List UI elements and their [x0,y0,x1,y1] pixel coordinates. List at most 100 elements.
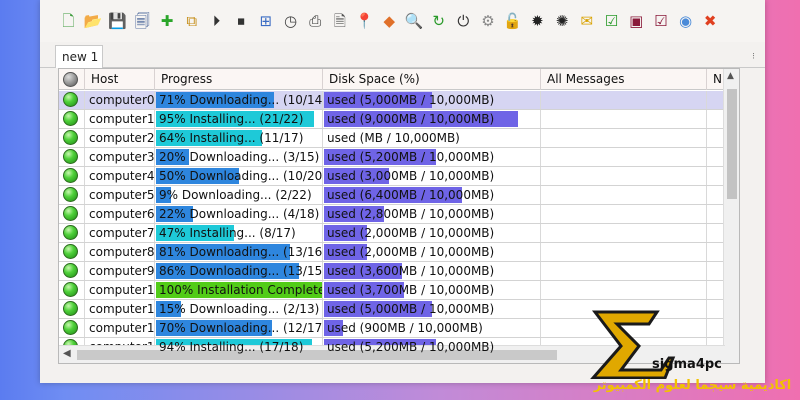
grid-header: Host Progress Disk Space (%) All Message… [59,69,739,90]
group-icon[interactable]: ⧉ [179,10,204,32]
table-row[interactable]: computer1 95% Installing... (21/22) used (… [59,110,739,129]
host-cell: computer9 [85,262,155,280]
progress-text: 9% Downloading... (2/22) [159,188,312,202]
search-icon[interactable]: 🔍 [402,10,427,32]
globe-icon[interactable]: ◉ [673,10,698,32]
progress-cell: 71% Downloading... (10/14) [155,91,323,109]
messages-cell [541,129,707,147]
progress-text: 100% Installation Complete [159,283,323,297]
progress-text: 70% Downloading... (12/17) [159,321,323,335]
progress-cell: 15% Downloading... (2/13) [155,300,323,318]
tab-new-1[interactable]: new 1 [55,45,103,68]
document-icon[interactable]: 🗎 [328,10,353,32]
online-status-icon [63,206,78,221]
progress-cell: 22% Downloading... (4/18) [155,205,323,223]
spinner-icon[interactable]: ✺ [550,10,575,32]
stop-icon[interactable]: ⏹ [229,10,254,32]
messages-cell [541,91,707,109]
table-row[interactable]: computer4 50% Downloading... (10/20) used … [59,167,739,186]
clock-icon[interactable]: ◷ [278,10,303,32]
disk-space-cell: used (3,000MB / 10,000MB) [323,167,541,185]
disk-space-cell: used (9,000MB / 10,000MB) [323,110,541,128]
online-status-icon [63,187,78,202]
messages-cell [541,224,707,242]
save-all-icon[interactable]: 🗐 [130,10,155,32]
table-row[interactable]: computer7 47% Installing... (8/17) used (2… [59,224,739,243]
status-cell [59,319,85,337]
package-icon[interactable]: ▣ [624,10,649,32]
power-icon[interactable]: ⏻ [451,10,476,32]
disk-space-cell: used (2,000MB / 10,000MB) [323,243,541,261]
host-cell: computer4 [85,167,155,185]
progress-text: 86% Downloading... (13/15) [159,264,323,278]
location-pin-icon[interactable]: 📍 [352,10,377,32]
disk-usage-text: used (9,000MB / 10,000MB) [327,112,495,126]
table-row[interactable]: computer10 100% Installation Complete used… [59,281,739,300]
header-all-messages[interactable]: All Messages [541,69,707,90]
disk-usage-text: used (3,000MB / 10,000MB) [327,169,495,183]
messages-cell [541,243,707,261]
online-status-icon [63,301,78,316]
new-icon[interactable]: 🗋 [56,10,81,32]
header-disk-space[interactable]: Disk Space (%) [323,69,541,90]
progress-text: 47% Installing... (8/17) [159,226,296,240]
disk-space-cell: used (5,200MB / 10,000MB) [323,148,541,166]
diamond-icon[interactable]: ◆ [377,10,402,32]
progress-text: 64% Installing... (11/17) [159,131,304,145]
settings-icon[interactable]: ⚙ [476,10,501,32]
disk-usage-text: used (3,700MB / 10,000MB) [327,283,495,297]
add-icon[interactable]: ✚ [155,10,180,32]
host-cell: computer12 [85,319,155,337]
play-icon[interactable]: ⏵ [204,10,229,32]
host-cell: computer2 [85,129,155,147]
table-row[interactable]: computer3 20% Downloading... (3/15) used (… [59,148,739,167]
disk-space-cell: used (2,800MB / 10,000MB) [323,205,541,223]
vertical-scroll-thumb[interactable] [727,89,737,199]
check-icon[interactable]: ☑ [599,10,624,32]
disk-usage-text: used (5,000MB / 10,000MB) [327,302,495,316]
unlock-icon[interactable]: 🔓 [500,10,525,32]
lifebuoy-icon[interactable]: ✹ [525,10,550,32]
header-progress[interactable]: Progress [155,69,323,90]
table-row[interactable]: computer5 9% Downloading... (2/22) used (6… [59,186,739,205]
disk-usage-text: used (900MB / 10,000MB) [327,321,483,335]
host-cell: computer10 [85,281,155,299]
printer-icon[interactable]: ⎙ [303,10,328,32]
table-row[interactable]: computer9 86% Downloading... (13/15) used … [59,262,739,281]
refresh-icon[interactable]: ↻ [426,10,451,32]
online-status-icon [63,244,78,259]
status-cell [59,110,85,128]
toolbar: 🗋 📂 💾 🗐 ✚ ⧉ ⏵ ⏹ ⊞ ◷ ⎙ 🗎 📍 ◆ 🔍 ↻ ⏻ ⚙ 🔓 ✹ ✺ ✉ ☑ ▣ ☑ ◉ ✖ [40,0,765,42]
status-cell [59,243,85,261]
close-icon[interactable]: ✖ [698,10,723,32]
table-row[interactable]: computer2 64% Installing... (11/17) used (… [59,129,739,148]
host-cell: computer6 [85,205,155,223]
mail-icon[interactable]: ✉ [574,10,599,32]
tab-scroll-icon[interactable]: ⁝ [752,52,755,62]
table-row[interactable]: computer0 71% Downloading... (10/14) used … [59,91,739,110]
scroll-left-icon[interactable]: ◀ [63,348,71,359]
status-cell [59,167,85,185]
network-icon[interactable]: ⊞ [254,10,279,32]
status-cell [59,205,85,223]
open-folder-icon[interactable]: 📂 [81,10,106,32]
status-cell [59,281,85,299]
save-icon[interactable]: 💾 [105,10,130,32]
progress-text: 50% Downloading... (10/20) [159,169,323,183]
header-status-cell[interactable] [59,69,85,90]
status-cell [59,129,85,147]
table-row[interactable]: computer6 22% Downloading... (4/18) used (… [59,205,739,224]
disk-usage-text: used (2,000MB / 10,000MB) [327,245,495,259]
scroll-up-icon[interactable]: ▲ [727,71,734,81]
online-status-icon [63,149,78,164]
progress-text: 71% Downloading... (10/14) [159,93,323,107]
progress-cell: 47% Installing... (8/17) [155,224,323,242]
disk-usage-text: used (3,600MB / 10,000MB) [327,264,495,278]
checklist-icon[interactable]: ☑ [649,10,674,32]
messages-cell [541,262,707,280]
host-cell: computer7 [85,224,155,242]
progress-cell: 95% Installing... (21/22) [155,110,323,128]
table-row[interactable]: computer8 81% Downloading... (13/16) used … [59,243,739,262]
progress-cell: 100% Installation Complete [155,281,323,299]
header-host[interactable]: Host [85,69,155,90]
